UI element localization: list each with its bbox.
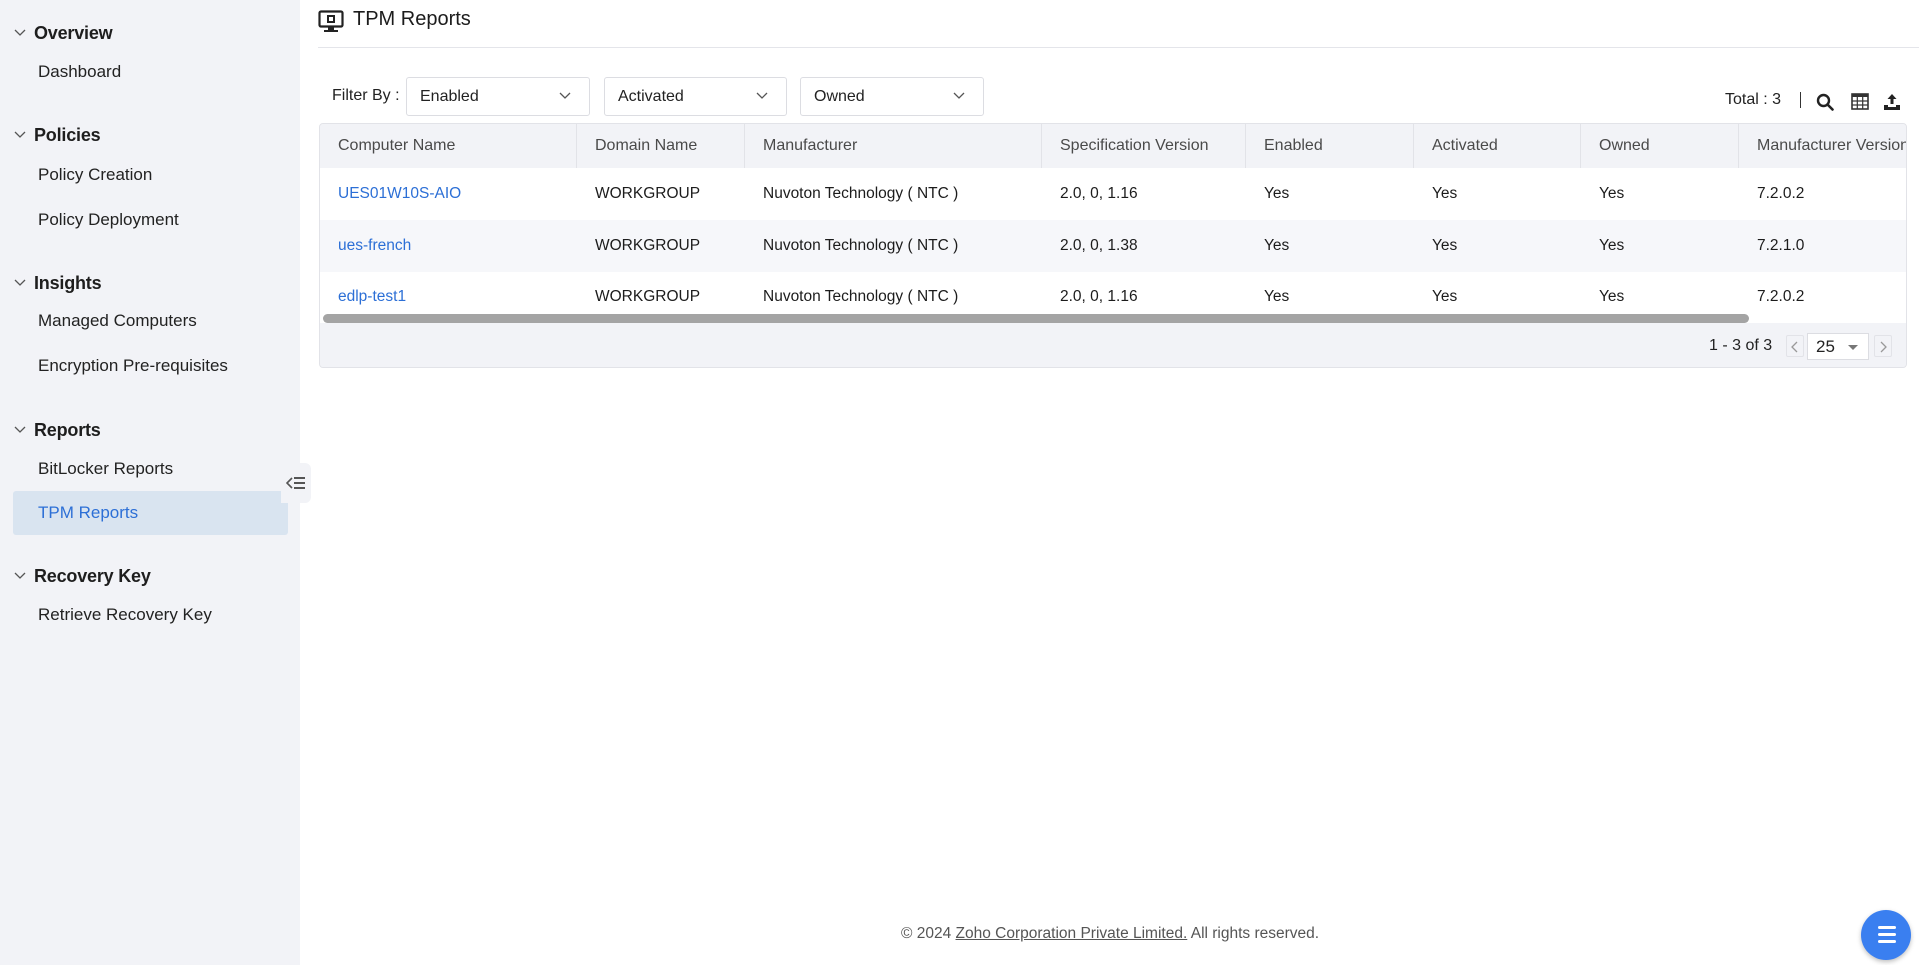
column-header-computer-name[interactable]: Computer Name: [320, 124, 577, 168]
page-size-value: 25: [1816, 337, 1835, 356]
horizontal-scrollbar-thumb[interactable]: [323, 314, 1749, 323]
enabled-filter-dropdown[interactable]: Enabled: [406, 77, 590, 116]
chevron-down-icon: [14, 29, 26, 36]
copyright-footer: © 2024 Zoho Corporation Private Limited.…: [901, 925, 1319, 943]
specification-version-cell: 2.0, 0, 1.16: [1060, 185, 1138, 202]
sidebar-item-encryption-prerequisites[interactable]: Encryption Pre-requisites: [13, 344, 288, 388]
copyright-prefix: © 2024: [901, 925, 956, 942]
table-row: edlp-test1 WORKGROUP Nuvoton Technology …: [320, 272, 1906, 314]
chevron-down-icon: [14, 131, 26, 138]
column-header-manufacturer-version[interactable]: Manufacturer Version: [1739, 124, 1906, 168]
owned-cell: Yes: [1599, 185, 1625, 202]
sidebar-item-policy-creation[interactable]: Policy Creation: [13, 153, 288, 197]
sidebar-item-label: Managed Computers: [38, 311, 197, 330]
activated-cell: Yes: [1432, 237, 1458, 254]
sidebar-section-policies[interactable]: Policies: [0, 120, 300, 150]
pagination-bar: 1 - 3 of 3 25: [320, 324, 1906, 367]
table-row: ues-french WORKGROUP Nuvoton Technology …: [320, 220, 1906, 272]
monitor-chip-icon: [318, 10, 344, 32]
column-header-domain-name[interactable]: Domain Name: [577, 124, 745, 168]
sidebar-section-reports[interactable]: Reports: [0, 415, 300, 445]
sidebar-section-title: Insights: [34, 272, 102, 293]
sidebar-item-label: Policy Creation: [38, 165, 153, 184]
specification-version-cell: 2.0, 0, 1.38: [1060, 237, 1138, 254]
hamburger-icon: [1878, 940, 1896, 943]
search-icon[interactable]: [1816, 93, 1834, 111]
caret-down-icon: [1848, 345, 1858, 350]
sidebar-item-label: TPM Reports: [38, 503, 139, 522]
next-page-button[interactable]: [1874, 335, 1892, 357]
enabled-cell: Yes: [1264, 185, 1290, 202]
sidebar-section-title: Policies: [34, 124, 101, 145]
domain-name-cell: WORKGROUP: [595, 237, 701, 254]
filter-by-label: Filter By :: [332, 87, 400, 104]
collapse-sidebar-button[interactable]: [281, 463, 311, 503]
sidebar-item-retrieve-recovery-key[interactable]: Retrieve Recovery Key: [13, 593, 288, 637]
manufacturer-version-cell: 7.2.0.2: [1757, 185, 1805, 202]
dropdown-value: Owned: [814, 88, 865, 105]
chevron-down-icon: [953, 92, 965, 99]
previous-page-button[interactable]: [1786, 335, 1804, 357]
chevron-down-icon: [14, 426, 26, 433]
computer-name-link[interactable]: UES01W10S-AIO: [320, 168, 577, 220]
collapse-sidebar-icon: [286, 477, 305, 489]
column-header-activated[interactable]: Activated: [1414, 124, 1581, 168]
chevron-down-icon: [14, 279, 26, 286]
sidebar-item-label: Encryption Pre-requisites: [38, 356, 228, 375]
toolbar-divider: [1800, 92, 1801, 108]
chevron-right-icon: [1880, 341, 1887, 353]
table-header: Computer Name Domain Name Manufacturer S…: [320, 124, 1906, 169]
page-title: TPM Reports: [353, 8, 471, 30]
total-count: Total : 3: [1725, 91, 1782, 108]
manufacturer-cell: Nuvoton Technology ( NTC ): [763, 237, 959, 254]
pagination-range: 1 - 3 of 3: [1709, 337, 1773, 354]
sidebar-item-tpm-reports[interactable]: TPM Reports: [13, 491, 288, 535]
enabled-cell: Yes: [1264, 237, 1290, 254]
tpm-report-table: Computer Name Domain Name Manufacturer S…: [319, 123, 1907, 368]
owned-cell: Yes: [1599, 237, 1625, 254]
sidebar-section-insights[interactable]: Insights: [0, 268, 300, 298]
chevron-left-icon: [1791, 341, 1798, 353]
chevron-down-icon: [14, 572, 26, 579]
sidebar-section-title: Recovery Key: [34, 565, 151, 586]
sidebar-item-label: Retrieve Recovery Key: [38, 605, 212, 624]
manufacturer-version-cell: 7.2.1.0: [1757, 237, 1805, 254]
export-icon[interactable]: [1883, 93, 1901, 111]
menu-fab-button[interactable]: [1861, 910, 1911, 960]
dropdown-value: Enabled: [420, 88, 479, 105]
page-header: TPM Reports: [318, 0, 1919, 48]
copyright-suffix: All rights reserved.: [1187, 925, 1320, 942]
sidebar-item-policy-deployment[interactable]: Policy Deployment: [13, 198, 288, 242]
hamburger-icon: [1878, 926, 1896, 929]
sidebar-item-label: Policy Deployment: [38, 210, 179, 229]
table-row: UES01W10S-AIO WORKGROUP Nuvoton Technolo…: [320, 168, 1906, 220]
page-size-select[interactable]: 25: [1807, 333, 1869, 360]
owned-filter-dropdown[interactable]: Owned: [800, 77, 984, 116]
column-header-manufacturer[interactable]: Manufacturer: [745, 124, 1042, 168]
chevron-down-icon: [756, 92, 768, 99]
sidebar-item-bitlocker-reports[interactable]: BitLocker Reports: [13, 447, 288, 491]
activated-cell: Yes: [1432, 185, 1458, 202]
sidebar-section-recovery-key[interactable]: Recovery Key: [0, 561, 300, 591]
sidebar: Overview Dashboard Policies Policy Creat…: [0, 0, 300, 965]
sidebar-item-managed-computers[interactable]: Managed Computers: [13, 299, 288, 343]
sidebar-section-overview[interactable]: Overview: [0, 18, 300, 48]
column-header-owned[interactable]: Owned: [1581, 124, 1739, 168]
domain-name-cell: WORKGROUP: [595, 185, 701, 202]
sidebar-item-label: Dashboard: [38, 62, 122, 81]
company-link[interactable]: Zoho Corporation Private Limited.: [956, 925, 1188, 942]
sidebar-item-dashboard[interactable]: Dashboard: [13, 50, 288, 94]
sidebar-section-title: Reports: [34, 419, 101, 440]
sidebar-item-label: BitLocker Reports: [38, 459, 174, 478]
chevron-down-icon: [559, 92, 571, 99]
manufacturer-cell: Nuvoton Technology ( NTC ): [763, 185, 959, 202]
column-chooser-icon[interactable]: [1851, 93, 1869, 110]
computer-name-link[interactable]: ues-french: [320, 220, 577, 272]
activated-filter-dropdown[interactable]: Activated: [604, 77, 787, 116]
hamburger-icon: [1878, 933, 1896, 936]
column-header-enabled[interactable]: Enabled: [1246, 124, 1414, 168]
column-header-specification-version[interactable]: Specification Version: [1042, 124, 1246, 168]
dropdown-value: Activated: [618, 88, 684, 105]
sidebar-section-title: Overview: [34, 22, 113, 43]
